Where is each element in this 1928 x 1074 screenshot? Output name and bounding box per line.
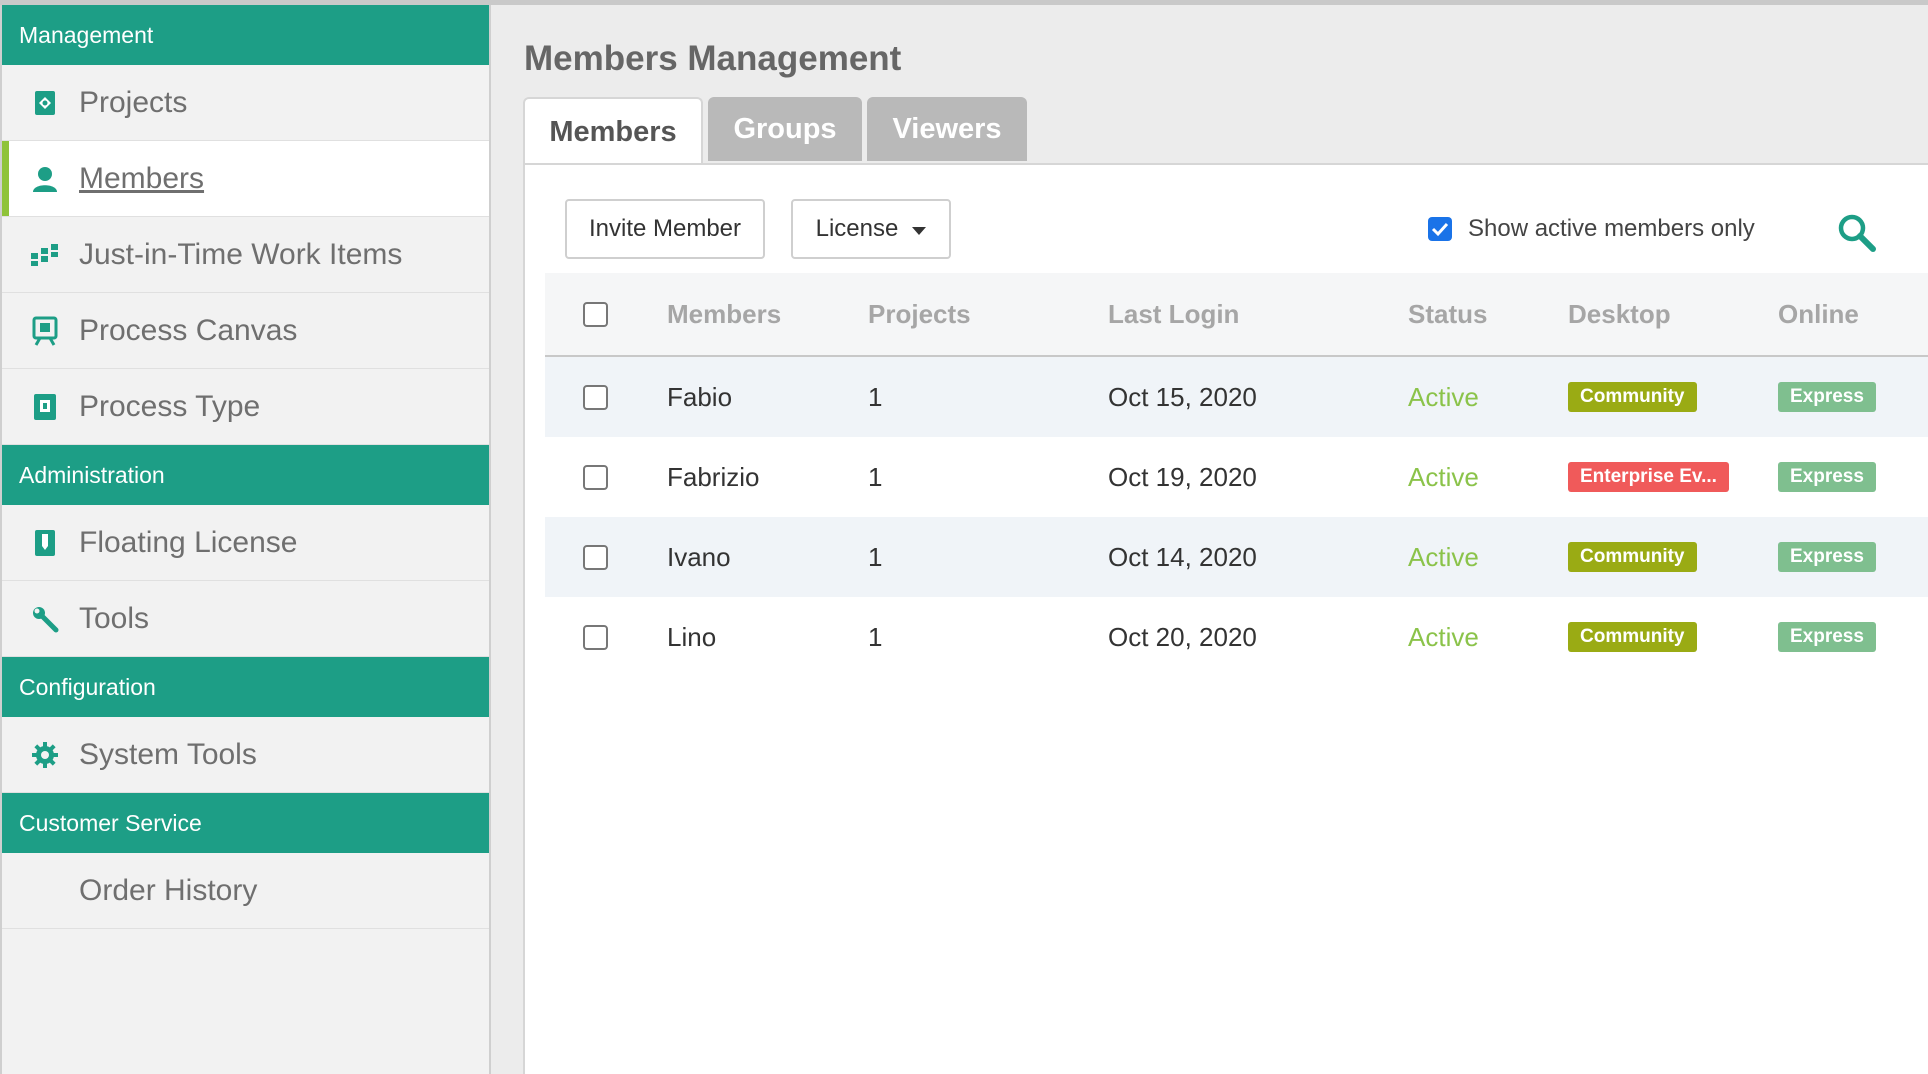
tab-viewers[interactable]: Viewers [867, 97, 1027, 161]
main-content: Members Management Members Groups Viewer… [491, 5, 1928, 1074]
work-items-icon [28, 238, 62, 272]
member-projects: 1 [868, 621, 883, 652]
sidebar-item-tools[interactable]: Tools [2, 581, 489, 657]
online-license-badge: Express [1778, 622, 1876, 652]
search-icon[interactable] [1835, 211, 1879, 255]
column-header-projects[interactable]: Projects [868, 273, 971, 355]
sidebar-item-members[interactable]: Members [2, 141, 489, 217]
sidebar-item-process-type[interactable]: Process Type [2, 369, 489, 445]
column-header-members[interactable]: Members [667, 273, 781, 355]
sidebar-item-label: Tools [79, 601, 150, 635]
sidebar-item-label: Order History [79, 873, 258, 907]
caret-down-icon [912, 226, 927, 235]
sidebar-item-label: Projects [79, 85, 188, 119]
page-title: Members Management [524, 39, 902, 78]
sidebar-item-projects[interactable]: Projects [2, 65, 489, 141]
desktop-license-badge: Community [1568, 382, 1697, 412]
sidebar-item-label: Process Type [79, 389, 261, 423]
member-last-login: Oct 19, 2020 [1108, 461, 1257, 492]
sidebar-item-label: Floating License [79, 525, 298, 559]
select-all-checkbox[interactable] [583, 301, 608, 327]
member-name: Fabrizio [667, 461, 760, 492]
row-checkbox[interactable] [583, 544, 608, 570]
tab-bar: Members Groups Viewers [523, 97, 1032, 165]
sidebar-item-just-in-time-work-items[interactable]: Just-in-Time Work Items [2, 217, 489, 293]
process-canvas-icon [28, 314, 62, 348]
row-checkbox[interactable] [583, 624, 608, 650]
member-last-login: Oct 14, 2020 [1108, 541, 1257, 572]
gear-icon [28, 738, 62, 772]
license-label: License [815, 215, 899, 242]
license-dropdown[interactable]: License [791, 199, 951, 259]
member-projects: 1 [868, 541, 883, 572]
sidebar-item-process-canvas[interactable]: Process Canvas [2, 293, 489, 369]
sidebar-item-label: Just-in-Time Work Items [79, 237, 403, 271]
column-header-status[interactable]: Status [1408, 273, 1487, 355]
member-last-login: Oct 20, 2020 [1108, 621, 1257, 652]
sidebar-item-label: Members [79, 161, 205, 195]
member-status: Active [1408, 461, 1479, 492]
section-header-administration: Administration [2, 445, 489, 505]
member-name: Fabio [667, 381, 733, 412]
table-header: Members Projects Last Login Status Deskt… [545, 273, 1928, 357]
column-header-last-login[interactable]: Last Login [1108, 273, 1239, 355]
sidebar-item-order-history[interactable]: Order History [2, 853, 489, 929]
member-name: Lino [667, 621, 717, 652]
member-name: Ivano [667, 541, 731, 572]
sidebar: Management Projects Members Just-in-Time… [0, 5, 491, 1074]
row-checkbox[interactable] [583, 464, 608, 490]
sidebar-item-label: Process Canvas [79, 313, 298, 347]
license-icon [28, 526, 62, 560]
sidebar-item-system-tools[interactable]: System Tools [2, 717, 489, 793]
table-row[interactable]: Lino 1 Oct 20, 2020 Active Community Exp… [545, 597, 1928, 677]
section-header-customer-service: Customer Service [2, 793, 489, 853]
member-projects: 1 [868, 461, 883, 492]
section-header-management: Management [2, 5, 489, 65]
members-table: Members Projects Last Login Status Deskt… [545, 273, 1928, 677]
member-projects: 1 [868, 381, 883, 412]
sidebar-item-label: System Tools [79, 737, 257, 771]
wrench-icon [28, 602, 62, 636]
members-panel: Invite Member License Show active member… [523, 163, 1928, 1074]
section-header-configuration: Configuration [2, 657, 489, 717]
online-license-badge: Express [1778, 542, 1876, 572]
member-last-login: Oct 15, 2020 [1108, 381, 1257, 412]
online-license-badge: Express [1778, 462, 1876, 492]
invite-member-label: Invite Member [588, 215, 742, 242]
desktop-license-badge: Community [1568, 622, 1697, 652]
person-icon [28, 162, 62, 196]
member-status: Active [1408, 621, 1479, 652]
member-status: Active [1408, 541, 1479, 572]
member-status: Active [1408, 381, 1479, 412]
online-license-badge: Express [1778, 382, 1876, 412]
column-header-online[interactable]: Online [1778, 273, 1859, 355]
invite-member-button[interactable]: Invite Member [565, 199, 765, 259]
desktop-license-badge: Community [1568, 542, 1697, 572]
tab-members[interactable]: Members [523, 97, 703, 165]
active-members-label: Show active members only [1468, 215, 1755, 242]
column-header-desktop[interactable]: Desktop [1568, 273, 1671, 355]
table-row[interactable]: Fabio 1 Oct 15, 2020 Active Community Ex… [545, 357, 1928, 437]
sidebar-item-floating-license[interactable]: Floating License [2, 505, 489, 581]
tab-groups[interactable]: Groups [708, 97, 862, 161]
table-row[interactable]: Ivano 1 Oct 14, 2020 Active Community Ex… [545, 517, 1928, 597]
active-members-checkbox[interactable] [1428, 217, 1452, 241]
table-row[interactable]: Fabrizio 1 Oct 19, 2020 Active Enterpris… [545, 437, 1928, 517]
active-members-filter: Show active members only [1428, 215, 1755, 243]
row-checkbox[interactable] [583, 384, 608, 410]
process-type-icon [28, 390, 62, 424]
desktop-license-badge: Enterprise Ev... [1568, 462, 1729, 492]
projects-icon [28, 86, 62, 120]
